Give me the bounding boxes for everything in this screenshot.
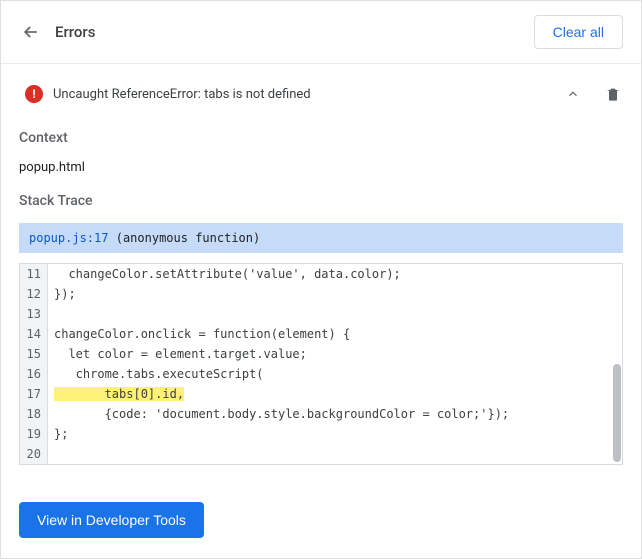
context-label: Context	[19, 130, 623, 146]
line-number: 15	[20, 344, 48, 364]
code-line: 12});	[20, 284, 622, 304]
page-title: Errors	[55, 23, 534, 41]
code-text: let color = element.target.value;	[48, 344, 622, 364]
code-text: });	[48, 284, 622, 304]
stack-function: (anonymous function)	[116, 231, 261, 245]
code-text: {code: 'document.body.style.backgroundCo…	[48, 404, 622, 424]
scrollbar-thumb[interactable]	[613, 364, 621, 462]
code-line: 19};	[20, 424, 622, 444]
footer: View in Developer Tools	[1, 482, 641, 558]
code-line: 15 let color = element.target.value;	[20, 344, 622, 364]
code-text: };	[48, 424, 622, 444]
header: Errors Clear all	[1, 1, 641, 64]
line-number: 17	[20, 384, 48, 404]
code-line: 13	[20, 304, 622, 324]
code-line: 20	[20, 444, 622, 464]
line-number: 18	[20, 404, 48, 424]
code-text: changeColor.onclick = function(element) …	[48, 324, 622, 344]
clear-all-button[interactable]: Clear all	[534, 15, 623, 49]
stack-trace-label: Stack Trace	[19, 193, 623, 209]
stack-frame[interactable]: popup.js:17 (anonymous function)	[19, 223, 623, 253]
line-number: 11	[20, 264, 48, 284]
line-number: 16	[20, 364, 48, 384]
code-text: chrome.tabs.executeScript(	[48, 364, 622, 384]
line-number: 13	[20, 304, 48, 324]
code-line: 18 {code: 'document.body.style.backgroun…	[20, 404, 622, 424]
code-text	[48, 444, 622, 464]
stack-location: popup.js:17	[29, 231, 108, 245]
code-viewer: 11 changeColor.setAttribute('value', dat…	[19, 263, 623, 465]
errors-panel: Errors Clear all ! Uncaught ReferenceErr…	[0, 0, 642, 559]
code-text	[48, 304, 622, 324]
view-devtools-button[interactable]: View in Developer Tools	[19, 502, 204, 538]
error-icon: !	[25, 85, 43, 103]
back-arrow-icon[interactable]	[19, 20, 43, 44]
chevron-up-icon[interactable]	[563, 84, 583, 104]
code-line: 16 chrome.tabs.executeScript(	[20, 364, 622, 384]
code-line: 11 changeColor.setAttribute('value', dat…	[20, 264, 622, 284]
line-number: 14	[20, 324, 48, 344]
code-text: tabs[0].id,	[48, 384, 622, 404]
code-text: changeColor.setAttribute('value', data.c…	[48, 264, 622, 284]
code-line: 17 tabs[0].id,	[20, 384, 622, 404]
line-number: 12	[20, 284, 48, 304]
error-message: Uncaught ReferenceError: tabs is not def…	[53, 87, 553, 102]
trash-icon[interactable]	[603, 84, 623, 104]
line-number: 20	[20, 444, 48, 464]
context-value: popup.html	[19, 160, 623, 175]
line-number: 19	[20, 424, 48, 444]
content: ! Uncaught ReferenceError: tabs is not d…	[1, 64, 641, 482]
error-row: ! Uncaught ReferenceError: tabs is not d…	[19, 64, 623, 122]
code-line: 14changeColor.onclick = function(element…	[20, 324, 622, 344]
